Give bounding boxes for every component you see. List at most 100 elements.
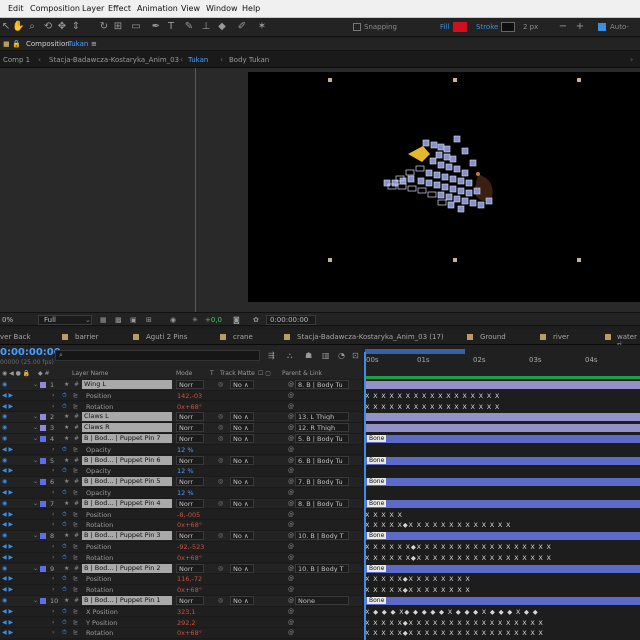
tab-stacja[interactable]: Stacja-Badawcza-Kostaryka_Anim_03 (17): [297, 333, 444, 341]
twirl-chevron-icon[interactable]: ›: [52, 619, 54, 626]
property-row[interactable]: ◀ ▶ › ⏱ ⊵ Position -8,-005 @: [0, 509, 362, 521]
pick-whip-icon[interactable]: @: [288, 565, 294, 572]
stopwatch-icon[interactable]: ⏱: [62, 575, 67, 583]
layer-duration-bar[interactable]: [365, 532, 640, 541]
twirl-chevron-icon[interactable]: ›: [52, 511, 54, 518]
visibility-eye-icon[interactable]: ◉: [2, 478, 7, 485]
property-track[interactable]: X X X X X◆X X X X X X X X: [365, 585, 640, 596]
breadcrumb-body-tukan[interactable]: Body Tukan: [229, 56, 269, 64]
layer-track[interactable]: Bone: [365, 531, 640, 542]
menu-layer[interactable]: Layer: [82, 4, 104, 13]
twirl-chevron-icon[interactable]: ⌄: [33, 500, 38, 507]
pick-whip-icon[interactable]: @: [288, 554, 294, 561]
exposure-icon[interactable]: ✳: [192, 316, 198, 324]
property-value[interactable]: 0x+68°: [177, 554, 202, 562]
label-color[interactable]: [40, 382, 46, 388]
property-track[interactable]: [365, 488, 640, 499]
layer-duration-bar[interactable]: [365, 564, 640, 573]
stopwatch-icon[interactable]: ⏱: [62, 543, 67, 551]
plus-icon[interactable]: +: [574, 21, 586, 33]
visibility-eye-icon[interactable]: ◉: [2, 457, 7, 464]
menu-view[interactable]: View: [181, 4, 200, 13]
hand-tool-icon[interactable]: ✋: [12, 21, 24, 33]
layer-duration-bar[interactable]: [365, 381, 640, 389]
column-track-matte[interactable]: Track Matte: [220, 370, 255, 377]
track-matte-dropdown[interactable]: No ∧: [230, 423, 254, 433]
property-row[interactable]: ◀ ▶ › ⏱ ⊵ Opacity 12 % @: [0, 444, 362, 456]
column-mode[interactable]: Mode: [176, 370, 192, 377]
property-row[interactable]: ◀ ▶ › ⏱ ⊵ Rotation 0x+68° @: [0, 585, 362, 596]
layer-name[interactable]: B | Bod... | Puppet Pin 7: [82, 434, 172, 443]
track-matte-dropdown[interactable]: No ∧: [230, 596, 254, 605]
exposure-value[interactable]: +0,0: [205, 316, 222, 324]
keyframe-nav-icon[interactable]: ◀ ▶: [2, 629, 13, 636]
pick-whip-icon[interactable]: @: [288, 413, 294, 420]
property-value[interactable]: 12 %: [177, 489, 194, 497]
show-snapshot-icon[interactable]: ✿: [253, 316, 259, 324]
layer-track[interactable]: Bone: [365, 596, 640, 607]
property-value[interactable]: 0x+68°: [177, 586, 202, 594]
toucan-artwork[interactable]: [378, 132, 508, 222]
property-value[interactable]: 0x+68°: [177, 403, 202, 411]
property-row[interactable]: ◀ ▶ › ⏱ ⊵ Rotation 0x+68° @: [0, 520, 362, 532]
property-row[interactable]: ◀ ▶ › ⏱ ⊵ Rotation 0x+68° @: [0, 552, 362, 564]
layer-track[interactable]: Bone: [365, 564, 640, 575]
breadcrumb-stacja[interactable]: Stacja-Badawcza-Kostaryka_Anim_03: [49, 56, 179, 64]
brush-tool-icon[interactable]: ✎: [183, 21, 195, 33]
property-row[interactable]: ◀ ▶ › ⏱ ⊵ Opacity 12 % @: [0, 466, 362, 478]
stroke-color-swatch[interactable]: [501, 22, 515, 32]
property-row[interactable]: ◀ ▶ › ⏱ ⊵ Rotation 0x+68° @: [0, 628, 362, 640]
layer-duration-bar[interactable]: [365, 435, 640, 443]
property-row[interactable]: ◀ ▶ › ⏱ ⊵ Rotation 0x+68° @: [0, 401, 362, 413]
text-tool-icon[interactable]: T: [165, 21, 177, 33]
playhead[interactable]: [364, 352, 366, 640]
property-row[interactable]: ◀ ▶ › ⏱ ⊵ Y Position 292,2 @: [0, 617, 362, 629]
stopwatch-icon[interactable]: ⏱: [62, 467, 67, 475]
pick-whip-icon[interactable]: @: [288, 457, 294, 464]
layer-duration-bar[interactable]: [365, 597, 640, 605]
menu-animation[interactable]: Animation: [137, 4, 178, 13]
property-track[interactable]: X X X X X: [365, 510, 640, 521]
preserve-transparency-icon[interactable]: ◎: [218, 381, 223, 388]
layer-row[interactable]: ◉ ⌄ 1 ★ # Wing L Norr ◎ No ∧ @8. B | Body Tu: [0, 380, 362, 391]
draft-3d-icon[interactable]: ⛬: [287, 351, 293, 361]
twirl-chevron-icon[interactable]: ⌄: [33, 478, 38, 485]
blend-mode-dropdown[interactable]: Norr: [176, 596, 204, 605]
property-value[interactable]: -92,-523: [177, 543, 204, 551]
keyframes[interactable]: X X X X X X◆X X X X X X X X X X X X X X …: [365, 543, 552, 551]
twirl-chevron-icon[interactable]: ›: [52, 446, 54, 453]
lock-icon[interactable]: 🔒: [12, 40, 21, 48]
work-area-bar[interactable]: [365, 349, 465, 354]
preserve-transparency-icon[interactable]: ◎: [218, 457, 223, 464]
track-matte-dropdown[interactable]: No ∧: [230, 455, 254, 465]
property-value[interactable]: -8,-005: [177, 511, 200, 519]
visibility-eye-icon[interactable]: ◉: [2, 565, 7, 572]
keyframes[interactable]: X X X X X◆X X X X X X X X X X X X X: [365, 521, 511, 529]
twirl-chevron-icon[interactable]: ›: [52, 608, 54, 615]
keyframes[interactable]: X X X X X X◆X X X X X X X X X X X X X X …: [365, 554, 552, 562]
property-row[interactable]: ◀ ▶ › ⏱ ⊵ Position 116,-72 @: [0, 574, 362, 586]
pick-whip-icon[interactable]: @: [288, 619, 294, 626]
pick-whip-icon[interactable]: @: [288, 478, 294, 485]
keyframe-nav-icon[interactable]: ◀ ▶: [2, 575, 13, 582]
graph-icon[interactable]: ⊵: [73, 403, 78, 410]
visibility-eye-icon[interactable]: ◉: [2, 413, 7, 420]
preserve-transparency-icon[interactable]: ◎: [218, 532, 223, 539]
property-track[interactable]: X X X X X X X X X X X X X X X X X: [365, 402, 640, 413]
layer-name[interactable]: B | Bod... | Puppet Pin 5: [82, 477, 172, 487]
column-t[interactable]: T: [210, 370, 214, 377]
snapshot-icon[interactable]: ◙: [233, 316, 240, 324]
stopwatch-icon[interactable]: ⏱: [62, 586, 67, 594]
visibility-eye-icon[interactable]: ◉: [2, 435, 7, 442]
pick-whip-icon[interactable]: @: [288, 467, 294, 474]
keyframe-nav-icon[interactable]: ◀ ▶: [2, 608, 13, 615]
stroke-width-value[interactable]: 2 px: [523, 23, 538, 31]
graph-icon[interactable]: ⊵: [73, 629, 78, 636]
pick-whip-icon[interactable]: @: [288, 500, 294, 507]
pick-whip-icon[interactable]: @: [288, 489, 294, 496]
layer-row[interactable]: ◉ ⌄ 10 ★ # B | Bod... | Puppet Pin 1 Norr ◎ No ∧…: [0, 596, 362, 607]
twirl-chevron-icon[interactable]: ›: [52, 586, 54, 593]
pick-whip-icon[interactable]: @: [288, 511, 294, 518]
layer-name[interactable]: B | Bod... | Puppet Pin 3: [82, 531, 172, 541]
twirl-chevron-icon[interactable]: ›: [52, 554, 54, 561]
